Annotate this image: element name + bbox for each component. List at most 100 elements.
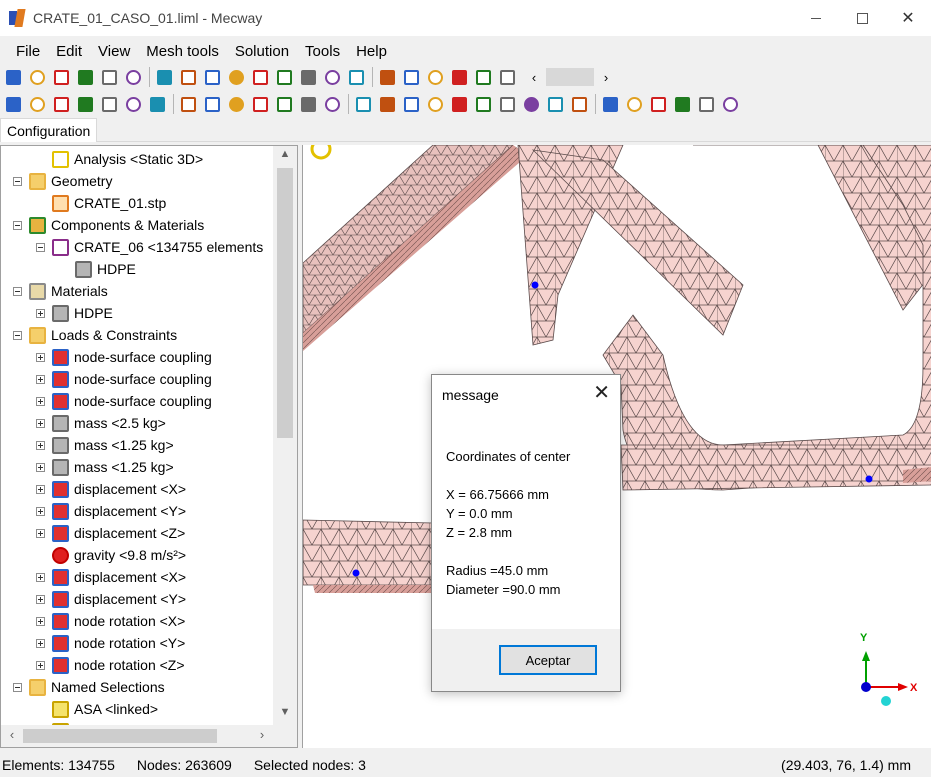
chevron-left-icon[interactable]: ‹ bbox=[526, 70, 542, 85]
scroll-left-icon[interactable]: ‹ bbox=[3, 727, 21, 742]
shaded-icon[interactable] bbox=[424, 66, 446, 88]
hex-mesh-icon[interactable] bbox=[623, 93, 645, 115]
menu-edit[interactable]: Edit bbox=[48, 43, 90, 60]
menu-tools[interactable]: Tools bbox=[297, 43, 348, 60]
cube-icon[interactable] bbox=[249, 93, 271, 115]
revolve-icon[interactable] bbox=[448, 93, 470, 115]
tree-vertical-scrollbar[interactable]: ▲ ▼ bbox=[273, 146, 297, 726]
equals-icon[interactable] bbox=[122, 66, 144, 88]
scroll-thumb[interactable] bbox=[277, 168, 293, 438]
view-iso-icon[interactable] bbox=[153, 66, 175, 88]
expand-icon[interactable] bbox=[36, 418, 45, 428]
tree-item[interactable]: displacement <Z> bbox=[36, 522, 185, 544]
collapse-icon[interactable] bbox=[36, 242, 45, 252]
toolbar-scroll-thumb[interactable] bbox=[546, 68, 594, 86]
select-group-icon[interactable] bbox=[122, 93, 144, 115]
tree-item[interactable]: gravity <9.8 m/s²> bbox=[36, 544, 186, 566]
menu-view[interactable]: View bbox=[90, 43, 138, 60]
expand-icon[interactable] bbox=[36, 616, 45, 626]
menu-solution[interactable]: Solution bbox=[227, 43, 297, 60]
mesh-icon[interactable] bbox=[496, 66, 518, 88]
shrink-icon[interactable] bbox=[201, 93, 223, 115]
tree-item[interactable]: Loads & Constraints bbox=[13, 324, 177, 346]
wireframe-icon[interactable] bbox=[472, 66, 494, 88]
tree-item[interactable]: mass <1.25 kg> bbox=[36, 456, 174, 478]
expand-icon[interactable] bbox=[36, 638, 45, 648]
scroll-up-icon[interactable]: ▲ bbox=[273, 148, 297, 166]
zoom-icon[interactable] bbox=[345, 66, 367, 88]
node-tool-icon[interactable] bbox=[352, 93, 374, 115]
select-faces-icon[interactable] bbox=[26, 93, 48, 115]
tree-item[interactable]: node-surface coupling bbox=[36, 346, 212, 368]
tree-item[interactable]: displacement <Y> bbox=[36, 500, 186, 522]
view-right-icon[interactable] bbox=[249, 66, 271, 88]
select-surface-icon[interactable] bbox=[146, 93, 168, 115]
new-file-icon[interactable] bbox=[2, 66, 24, 88]
expand-icon[interactable] bbox=[36, 484, 45, 494]
chevron-right-icon[interactable]: › bbox=[598, 70, 614, 85]
box-icon[interactable] bbox=[225, 93, 247, 115]
collapse-icon[interactable] bbox=[13, 330, 22, 340]
tree-item[interactable]: Analysis <Static 3D> bbox=[36, 148, 203, 170]
beam-icon[interactable] bbox=[671, 93, 693, 115]
shell-icon[interactable] bbox=[647, 93, 669, 115]
tree-item[interactable]: node-surface coupling bbox=[36, 390, 212, 412]
expand-icon[interactable] bbox=[36, 594, 45, 604]
tree-item[interactable]: node rotation <X> bbox=[36, 610, 185, 632]
tree-item[interactable]: displacement <X> bbox=[36, 478, 186, 500]
toolbar-scroller[interactable]: ‹ › bbox=[526, 67, 616, 87]
tri-mesh-icon[interactable] bbox=[568, 93, 590, 115]
select-mode-icon[interactable] bbox=[400, 66, 422, 88]
expand-icon[interactable] bbox=[36, 374, 45, 384]
view-bottom-icon[interactable] bbox=[297, 66, 319, 88]
extrude-icon[interactable] bbox=[424, 93, 446, 115]
zoom-fit-icon[interactable] bbox=[321, 66, 343, 88]
tree-item[interactable]: HDPE bbox=[59, 258, 136, 280]
dialog-close-icon[interactable]: ✕ bbox=[593, 383, 610, 403]
join-icon[interactable] bbox=[520, 93, 542, 115]
select-nodes-icon[interactable] bbox=[74, 93, 96, 115]
select-elements-icon[interactable] bbox=[2, 93, 24, 115]
expand-icon[interactable] bbox=[36, 352, 45, 362]
tree-item[interactable]: Geometry bbox=[13, 170, 112, 192]
refine-icon[interactable] bbox=[321, 93, 343, 115]
scatter-icon[interactable] bbox=[544, 93, 566, 115]
collapse-icon[interactable] bbox=[13, 220, 22, 230]
tree-item[interactable]: CRATE_01.stp bbox=[36, 192, 166, 214]
explode-icon[interactable] bbox=[177, 93, 199, 115]
open-folder-icon[interactable] bbox=[26, 66, 48, 88]
maximize-button[interactable] bbox=[839, 0, 885, 36]
view-top-icon[interactable] bbox=[273, 66, 295, 88]
scroll-down-icon[interactable]: ▼ bbox=[273, 706, 297, 724]
tree-item[interactable]: displacement <Y> bbox=[36, 588, 186, 610]
view-back-icon[interactable] bbox=[201, 66, 223, 88]
tree-item[interactable]: node rotation <Y> bbox=[36, 632, 185, 654]
collapse-icon[interactable] bbox=[13, 682, 22, 692]
render-icon[interactable] bbox=[376, 66, 398, 88]
solid-icon[interactable] bbox=[448, 66, 470, 88]
scroll-thumb-horizontal[interactable] bbox=[23, 729, 217, 743]
tree-item[interactable]: node rotation <Z> bbox=[36, 654, 185, 676]
mirror-icon[interactable] bbox=[400, 93, 422, 115]
close-window-button[interactable]: ✕ bbox=[885, 0, 931, 36]
collapse-icon[interactable] bbox=[13, 176, 22, 186]
view-front-icon[interactable] bbox=[177, 66, 199, 88]
tree-item[interactable]: mass <1.25 kg> bbox=[36, 434, 174, 456]
delete-icon[interactable] bbox=[273, 93, 295, 115]
menu-mesh-tools[interactable]: Mesh tools bbox=[138, 43, 227, 60]
tet-mesh-icon[interactable] bbox=[599, 93, 621, 115]
expand-icon[interactable] bbox=[36, 660, 45, 670]
save-icon[interactable] bbox=[50, 66, 72, 88]
tree-horizontal-scrollbar[interactable]: ‹ › bbox=[1, 725, 273, 747]
expand-icon[interactable] bbox=[36, 572, 45, 582]
tree-item[interactable]: CRATE_06 <134755 elements bbox=[36, 236, 263, 258]
expand-icon[interactable] bbox=[36, 462, 45, 472]
layer-icon[interactable] bbox=[695, 93, 717, 115]
tab-configuration[interactable]: Configuration bbox=[0, 118, 98, 142]
sweep-icon[interactable] bbox=[472, 93, 494, 115]
expand-icon[interactable] bbox=[36, 396, 45, 406]
tree-item[interactable]: Components & Materials bbox=[13, 214, 204, 236]
select-edges-icon[interactable] bbox=[98, 93, 120, 115]
tree-item[interactable]: mass <2.5 kg> bbox=[36, 412, 166, 434]
view-left-icon[interactable] bbox=[225, 66, 247, 88]
